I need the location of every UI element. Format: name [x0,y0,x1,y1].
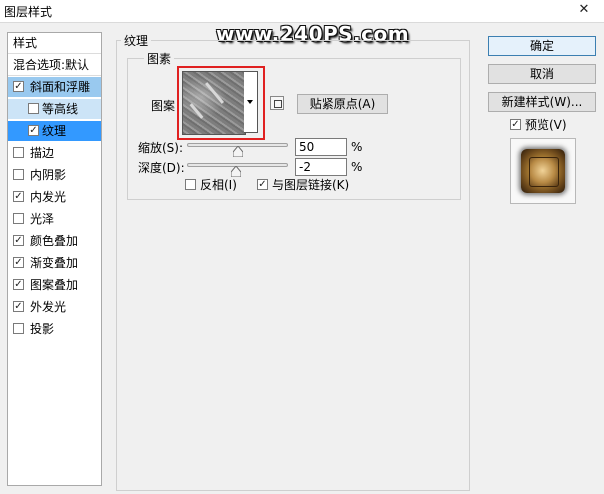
cancel-button[interactable]: 取消 [488,64,596,84]
scale-slider-thumb[interactable] [232,146,243,157]
new-style-button[interactable]: 新建样式(W)... [488,92,596,112]
close-icon[interactable]: ✕ [573,2,595,18]
sidebar-item-contour[interactable]: 等高线 [8,99,101,119]
sidebar-item-label: 斜面和浮雕 [30,80,91,94]
style-list-header[interactable]: 样式 [8,33,101,54]
scale-input[interactable]: 50 [295,138,347,156]
style-list-header-label: 样式 [13,36,38,50]
invert-label: 反相(I) [200,178,237,192]
blend-options-item[interactable]: 混合选项:默认 [8,55,101,76]
texture-checkbox[interactable]: ✓ [28,125,39,136]
link-with-layer-label: 与图层链接(K) [272,178,350,192]
sidebar-item-label: 内阴影 [30,168,67,182]
scale-unit: % [351,140,363,154]
page-glyph [274,100,282,108]
depth-unit: % [351,160,363,174]
invert-checkbox[interactable] [185,179,196,190]
contour-checkbox[interactable] [28,103,39,114]
gradient-overlay-checkbox[interactable]: ✓ [13,257,24,268]
color-overlay-checkbox[interactable]: ✓ [13,235,24,246]
style-list: 样式 混合选项:默认 ✓ 斜面和浮雕 等高线 ✓ 纹理 描边 内阴影 ✓ 内发光… [7,32,102,486]
sidebar-item-inner-shadow[interactable]: 内阴影 [8,165,101,185]
preview-checkbox[interactable]: ✓ [510,119,521,130]
sidebar-item-label: 投影 [30,322,55,336]
depth-label: 深度(D): [138,161,185,175]
snap-to-origin-button[interactable]: 贴紧原点(A) [297,94,388,114]
sidebar-item-label: 外发光 [30,300,67,314]
scale-label: 缩放(S): [138,141,184,155]
sidebar-item-outer-glow[interactable]: ✓ 外发光 [8,297,101,317]
depth-slider-thumb[interactable] [231,166,242,177]
bevel-emboss-checkbox[interactable]: ✓ [13,81,24,92]
texture-group-title: 纹理 [121,32,152,49]
pattern-label: 图案 [151,99,176,113]
satin-checkbox[interactable] [13,213,24,224]
sidebar-item-label: 纹理 [42,124,67,138]
link-with-layer-checkbox[interactable]: ✓ [257,179,268,190]
sidebar-item-label: 等高线 [42,102,79,116]
title-bar: 图层样式 ✕ [0,0,604,23]
sidebar-item-drop-shadow[interactable]: 投影 [8,319,101,339]
highlight-box [177,66,265,140]
sidebar-item-color-overlay[interactable]: ✓ 颜色叠加 [8,231,101,251]
sidebar-item-inner-glow[interactable]: ✓ 内发光 [8,187,101,207]
elements-group-title: 图素 [144,50,175,67]
blend-options-label: 混合选项:默认 [13,58,90,72]
sidebar-item-satin[interactable]: 光泽 [8,209,101,229]
sidebar-item-texture[interactable]: ✓ 纹理 [8,121,101,141]
new-preset-icon[interactable] [270,96,284,110]
stroke-checkbox[interactable] [13,147,24,158]
sidebar-item-gradient-overlay[interactable]: ✓ 渐变叠加 [8,253,101,273]
sidebar-item-label: 颜色叠加 [30,234,79,248]
inner-shadow-checkbox[interactable] [13,169,24,180]
window-title: 图层样式 [4,5,53,19]
pattern-overlay-checkbox[interactable]: ✓ [13,279,24,290]
sidebar-item-label: 图案叠加 [30,278,79,292]
inner-glow-checkbox[interactable]: ✓ [13,191,24,202]
depth-input[interactable]: -2 [295,158,347,176]
outer-glow-checkbox[interactable]: ✓ [13,301,24,312]
drop-shadow-checkbox[interactable] [13,323,24,334]
preview-label: 预览(V) [525,118,567,132]
sidebar-item-label: 内发光 [30,190,67,204]
style-preview-thumbnail [510,138,576,204]
sidebar-item-stroke[interactable]: 描边 [8,143,101,163]
sidebar-item-label: 光泽 [30,212,55,226]
preview-tile-inner [529,157,559,187]
sidebar-item-pattern-overlay[interactable]: ✓ 图案叠加 [8,275,101,295]
sidebar-item-label: 描边 [30,146,55,160]
sidebar-item-label: 渐变叠加 [30,256,79,270]
ok-button[interactable]: 确定 [488,36,596,56]
preview-tile [521,149,565,193]
sidebar-item-bevel-emboss[interactable]: ✓ 斜面和浮雕 [8,77,101,97]
